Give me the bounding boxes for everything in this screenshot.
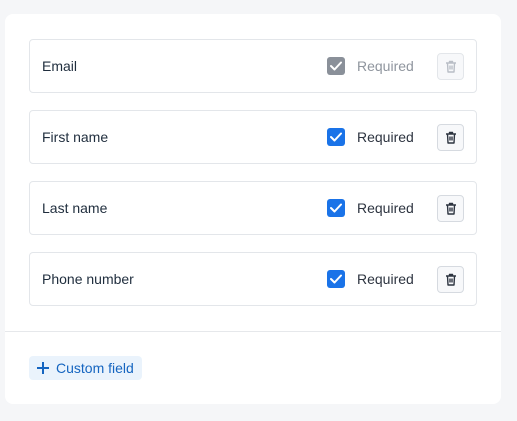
required-label[interactable]: Required: [357, 253, 414, 305]
required-label[interactable]: Required: [357, 111, 414, 163]
divider: [5, 331, 501, 332]
add-custom-field-button[interactable]: Custom field: [29, 356, 142, 380]
trash-icon: [445, 273, 456, 286]
delete-field-button[interactable]: [437, 266, 464, 293]
field-name: First name: [42, 129, 109, 145]
field-row-email: Email Required: [29, 39, 477, 93]
trash-icon: [445, 131, 456, 144]
field-name: Last name: [42, 200, 108, 216]
check-icon: [330, 61, 342, 71]
required-checkbox[interactable]: [327, 128, 345, 146]
delete-field-button: [437, 53, 464, 80]
required-checkbox: [327, 57, 345, 75]
trash-icon: [445, 60, 456, 73]
delete-field-button[interactable]: [437, 195, 464, 222]
check-icon: [330, 274, 342, 284]
field-name: Email: [42, 58, 78, 74]
custom-field-label: Custom field: [56, 360, 134, 376]
delete-field-button[interactable]: [437, 124, 464, 151]
field-row-last-name: Last name Required: [29, 181, 477, 235]
check-icon: [330, 203, 342, 213]
required-checkbox[interactable]: [327, 270, 345, 288]
plus-icon: [37, 362, 49, 374]
check-icon: [330, 132, 342, 142]
field-list: Email Required First name Required Last …: [29, 39, 477, 323]
required-checkbox[interactable]: [327, 199, 345, 217]
field-row-first-name: First name Required: [29, 110, 477, 164]
field-name: Phone number: [42, 271, 134, 287]
required-label[interactable]: Required: [357, 182, 414, 234]
required-label: Required: [357, 58, 414, 74]
form-fields-panel: Email Required First name Required Last …: [5, 14, 501, 404]
field-row-phone-number: Phone number Required: [29, 252, 477, 306]
trash-icon: [445, 202, 456, 215]
